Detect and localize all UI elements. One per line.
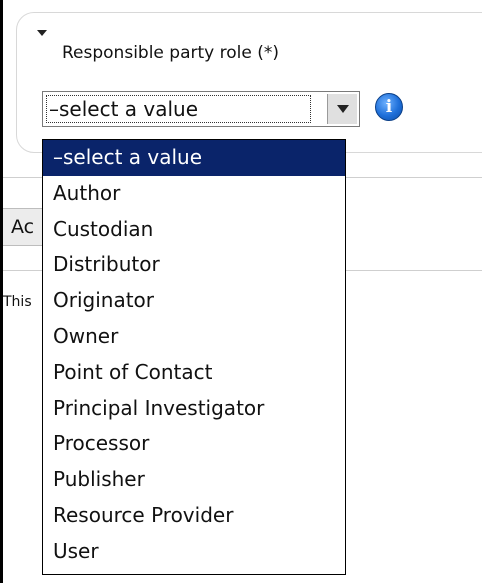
dropdown-option-publisher[interactable]: Publisher xyxy=(43,462,345,498)
dropdown-option-author[interactable]: Author xyxy=(43,176,345,212)
dropdown-option-resource-provider[interactable]: Resource Provider xyxy=(43,498,345,534)
dropdown-option-originator[interactable]: Originator xyxy=(43,283,345,319)
dropdown-list: –select a value Author Custodian Distrib… xyxy=(42,139,346,575)
field-label: Responsible party role (*) xyxy=(62,43,279,63)
dropdown-option-user[interactable]: User xyxy=(43,534,345,570)
dropdown-option-custodian[interactable]: Custodian xyxy=(43,212,345,248)
role-select[interactable]: –select a value xyxy=(42,91,360,127)
page: Responsible party role (*) –select a val… xyxy=(0,0,482,583)
dropdown-option-principal-investigator[interactable]: Principal Investigator xyxy=(43,391,345,427)
info-icon[interactable]: i xyxy=(375,93,403,121)
dropdown-option-point-of-contact[interactable]: Point of Contact xyxy=(43,355,345,391)
select-current-value: –select a value xyxy=(46,95,311,123)
field-panel xyxy=(16,12,482,153)
note-text-partial: This xyxy=(3,294,32,310)
dropdown-option-processor[interactable]: Processor xyxy=(43,426,345,462)
dropdown-option-owner[interactable]: Owner xyxy=(43,319,345,355)
dropdown-option-select-a-value[interactable]: –select a value xyxy=(43,140,345,176)
collapse-triangle-icon[interactable] xyxy=(37,30,47,36)
window-left-border xyxy=(0,0,3,583)
dropdown-option-distributor[interactable]: Distributor xyxy=(43,247,345,283)
chevron-down-icon[interactable] xyxy=(327,94,357,124)
